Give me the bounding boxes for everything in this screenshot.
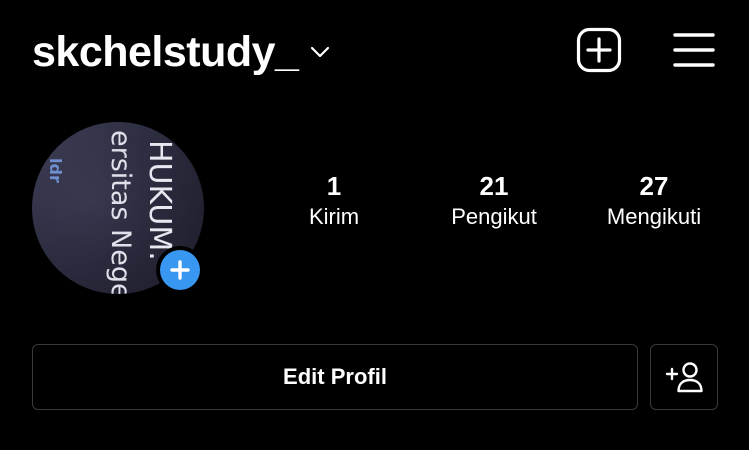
following-count: 27 [639,171,669,201]
add-story-button[interactable] [156,246,204,294]
avatar-text-line2: ersitas Nege [105,130,136,294]
posts-count: 1 [326,171,342,201]
add-person-icon [665,362,703,393]
avatar-text-line1: HUKUM. [142,140,177,261]
profile-header: skchelstudy_ [0,0,749,100]
account-switcher[interactable]: skchelstudy_ [32,24,330,80]
edit-profile-button[interactable]: Edit Profil [32,344,638,410]
plus-circle-icon [170,260,190,280]
followers-count: 21 [479,171,509,201]
stat-following[interactable]: 27 Mengikuti [584,170,724,232]
edit-profile-label: Edit Profil [283,364,387,389]
profile-username: skchelstudy_ [32,28,299,76]
hamburger-menu-icon [673,33,715,67]
following-label: Mengikuti [606,204,702,229]
discover-people-button[interactable] [650,344,718,410]
add-story-badge-fill [160,250,200,290]
stat-followers[interactable]: 21 Pengikut [434,170,554,232]
chevron-down-icon [311,46,330,58]
plus-square-icon [576,27,622,73]
new-post-button[interactable] [576,27,622,73]
menu-button[interactable] [673,31,715,69]
stat-posts[interactable]: 1 Kirim [274,170,394,232]
followers-label: Pengikut [451,204,537,229]
posts-label: Kirim [308,204,360,229]
avatar-text-line3: ldr [46,158,65,183]
